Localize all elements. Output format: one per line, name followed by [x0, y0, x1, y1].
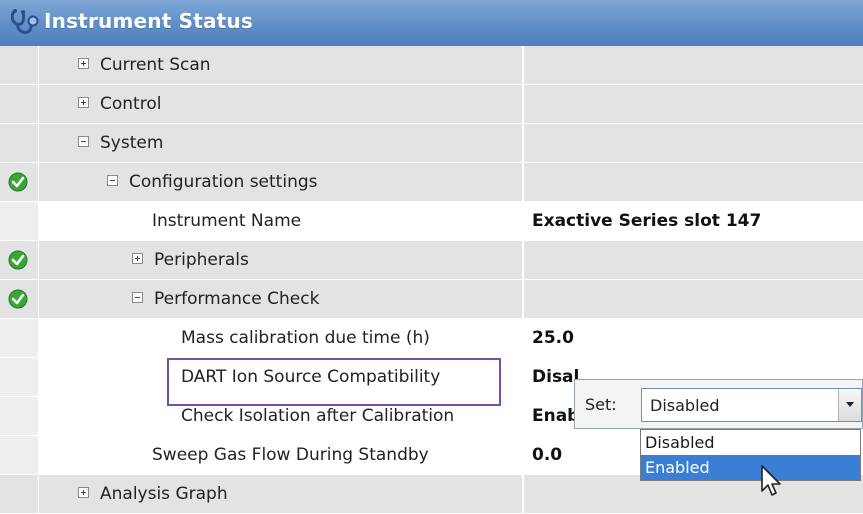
row-gutter [0, 397, 38, 435]
row-label-cell: Current Scan [39, 46, 522, 84]
row-value-cell[interactable]: 25.0 [524, 319, 863, 357]
row-label-cell: DART Ion Source Compatibility [39, 358, 522, 396]
sweep-gas-value: 0.0 [532, 445, 563, 465]
row-label-cell: Analysis Graph [39, 475, 522, 513]
row-label: Instrument Name [152, 211, 302, 231]
tree-row-current-scan[interactable]: Current Scan [0, 46, 863, 85]
row-label-cell: Instrument Name [39, 202, 522, 240]
row-label: Mass calibration due time (h) [181, 328, 430, 348]
row-label: Current Scan [100, 55, 211, 75]
option-enabled[interactable]: Enabled [641, 455, 860, 480]
row-label-cell: Mass calibration due time (h) [39, 319, 522, 357]
row-gutter [0, 436, 38, 474]
row-label: Control [100, 94, 162, 114]
row-value-cell [524, 163, 863, 201]
row-gutter [0, 124, 38, 162]
tree-row-peripherals[interactable]: Peripherals [0, 241, 863, 280]
collapse-minus-icon[interactable] [132, 292, 143, 303]
row-label-cell: Control [39, 85, 522, 123]
row-label: Configuration settings [129, 172, 318, 192]
combobox-selected-value: Disabled [650, 396, 720, 415]
option-disabled[interactable]: Disabled [641, 430, 860, 455]
set-value-dropdown[interactable]: Set: Disabled Disabled Enabled [574, 379, 863, 487]
mass-calibration-value: 25.0 [532, 328, 574, 348]
row-gutter [0, 163, 38, 201]
row-label: DART Ion Source Compatibility [181, 367, 441, 387]
check-ok-icon [8, 250, 28, 270]
row-gutter [0, 202, 38, 240]
instrument-name-value: Exactive Series slot 147 [532, 211, 762, 231]
row-value-cell[interactable]: Exactive Series slot 147 [524, 202, 863, 240]
row-label: Performance Check [154, 289, 320, 309]
check-ok-icon [8, 172, 28, 192]
tree-row-performance-check[interactable]: Performance Check [0, 280, 863, 319]
stethoscope-icon [10, 9, 39, 34]
row-label: Peripherals [154, 250, 249, 270]
chevron-down-icon [846, 402, 854, 407]
tree-row-mass-calibration[interactable]: Mass calibration due time (h) 25.0 [0, 319, 863, 358]
check-isolation-value: Enab [532, 406, 580, 426]
tree-row-system[interactable]: System [0, 124, 863, 163]
tree-row-configuration-settings[interactable]: Configuration settings [0, 163, 863, 202]
panel-title: Instrument Status [44, 9, 253, 33]
row-gutter [0, 85, 38, 123]
check-ok-icon [8, 289, 28, 309]
dropdown-arrow-button[interactable] [838, 389, 861, 421]
dropdown-options-list: Disabled Enabled [640, 429, 861, 481]
collapse-minus-icon[interactable] [107, 175, 118, 186]
expand-plus-icon[interactable] [78, 58, 89, 69]
instrument-status-header: Instrument Status [0, 0, 863, 46]
row-label: System [100, 133, 164, 153]
row-label-cell: System [39, 124, 522, 162]
set-value-panel: Set: Disabled [574, 379, 863, 429]
row-label: Check Isolation after Calibration [181, 406, 455, 426]
set-label: Set: [585, 395, 617, 414]
mouse-pointer-icon [761, 465, 781, 496]
row-label: Analysis Graph [100, 484, 228, 504]
dart-compatibility-value: Disal [532, 367, 580, 387]
tree-row-instrument-name[interactable]: Instrument Name Exactive Series slot 147 [0, 202, 863, 241]
row-label-cell: Configuration settings [39, 163, 522, 201]
row-gutter [0, 319, 38, 357]
row-gutter [0, 241, 38, 279]
value-combobox[interactable]: Disabled [641, 388, 862, 422]
row-value-cell [524, 280, 863, 318]
row-value-cell [524, 124, 863, 162]
row-label-cell: Sweep Gas Flow During Standby [39, 436, 522, 474]
row-gutter [0, 46, 38, 84]
row-label: Sweep Gas Flow During Standby [152, 445, 429, 465]
row-label-cell: Check Isolation after Calibration [39, 397, 522, 435]
expand-plus-icon[interactable] [78, 487, 89, 498]
row-label-cell: Peripherals [39, 241, 522, 279]
tree-row-control[interactable]: Control [0, 85, 863, 124]
row-gutter [0, 280, 38, 318]
row-value-cell [524, 241, 863, 279]
row-value-cell [524, 85, 863, 123]
collapse-minus-icon[interactable] [78, 136, 89, 147]
expand-plus-icon[interactable] [78, 97, 89, 108]
row-label-cell: Performance Check [39, 280, 522, 318]
expand-plus-icon[interactable] [132, 253, 143, 264]
row-gutter [0, 358, 38, 396]
row-gutter [0, 475, 38, 513]
row-value-cell [524, 46, 863, 84]
